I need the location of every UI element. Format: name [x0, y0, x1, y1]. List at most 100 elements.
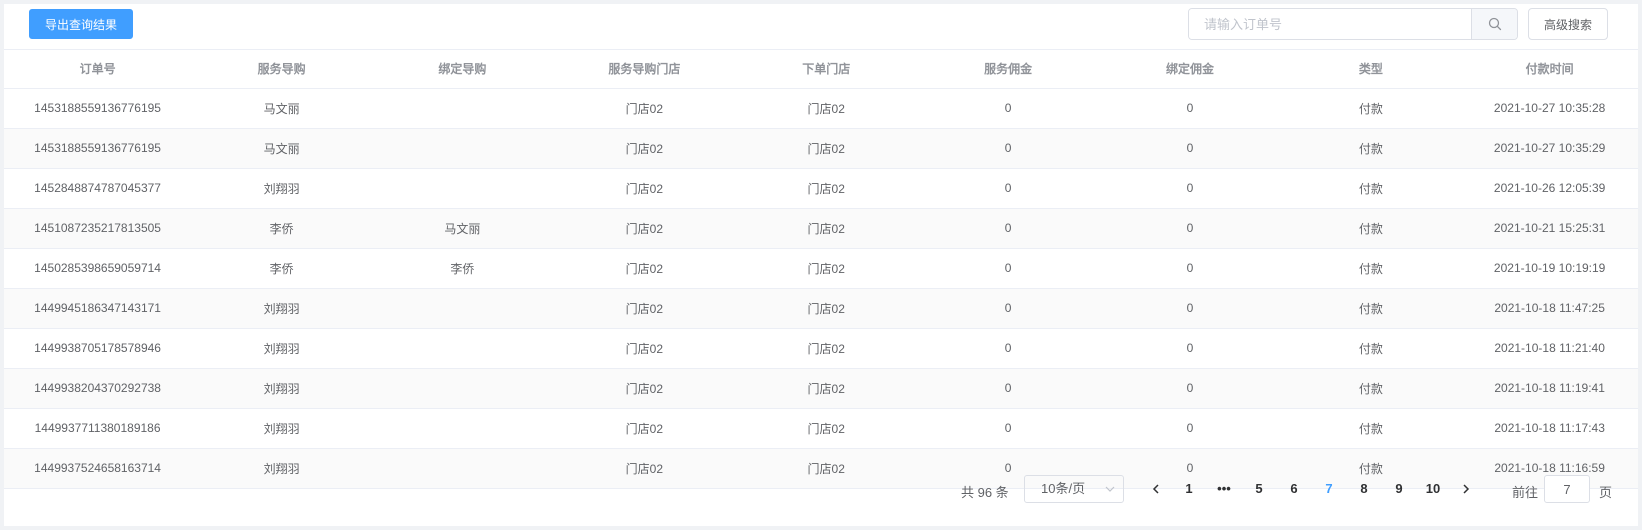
chevron-down-icon	[1105, 476, 1115, 511]
cell-order-store: 门店02	[735, 168, 917, 209]
header-payment-time[interactable]: 付款时间	[1461, 50, 1638, 89]
cell-service-commission: 0	[916, 288, 1100, 329]
cell-order-store: 门店02	[735, 248, 917, 289]
cell-bound-commission: 0	[1099, 408, 1281, 449]
cell-guide-store: 门店02	[552, 328, 736, 369]
cell-bound-commission: 0	[1099, 328, 1281, 369]
table-row[interactable]: 1449938204370292738 刘翔羽 门店02 门店02 0 0 付款…	[4, 368, 1638, 409]
cell-guide-store: 门店02	[552, 208, 736, 249]
page-size-select[interactable]: 10条/页	[1024, 475, 1124, 503]
cell-bound-guide	[372, 288, 553, 329]
cell-service-guide: 刘翔羽	[191, 408, 372, 449]
cell-bound-commission: 0	[1099, 288, 1281, 329]
table-row[interactable]: 1449945186347143171 刘翔羽 门店02 门店02 0 0 付款…	[4, 288, 1638, 329]
cell-type: 付款	[1280, 368, 1462, 409]
page-button-8[interactable]: 8	[1351, 475, 1377, 503]
cell-payment-time: 2021-10-27 10:35:28	[1461, 88, 1638, 129]
cell-service-commission: 0	[916, 88, 1100, 129]
cell-order-store: 门店02	[735, 208, 917, 249]
cell-type: 付款	[1280, 208, 1462, 249]
pagination: 共 96 条 10条/页 1 ••• 5 6 7 8 9 10 前往 页	[4, 472, 1638, 512]
cell-bound-guide	[372, 88, 553, 129]
header-service-commission[interactable]: 服务佣金	[916, 50, 1100, 89]
cell-order-number: 1449937711380189186	[4, 408, 192, 449]
header-order-store[interactable]: 下单门店	[735, 50, 917, 89]
cell-service-guide: 马文丽	[191, 128, 372, 169]
header-type[interactable]: 类型	[1280, 50, 1462, 89]
cell-payment-time: 2021-10-18 11:17:43	[1461, 408, 1638, 449]
cell-order-number: 1453188559136776195	[4, 88, 192, 129]
header-bound-commission[interactable]: 绑定佣金	[1099, 50, 1281, 89]
order-search-group	[1188, 8, 1518, 40]
cell-guide-store: 门店02	[552, 288, 736, 329]
toolbar: 导出查询结果 高级搜索	[4, 4, 1638, 50]
prev-page-button[interactable]	[1146, 475, 1166, 503]
cell-bound-guide	[372, 328, 553, 369]
cell-order-number: 1452848874787045377	[4, 168, 192, 209]
advanced-search-button[interactable]: 高级搜索	[1528, 8, 1608, 40]
header-bound-guide[interactable]: 绑定导购	[372, 50, 553, 89]
cell-bound-commission: 0	[1099, 368, 1281, 409]
page-button-6[interactable]: 6	[1281, 475, 1307, 503]
page-button-7-current[interactable]: 7	[1316, 475, 1342, 503]
chevron-left-icon	[1152, 484, 1159, 494]
pagination-total: 共 96 条	[961, 485, 1009, 500]
page-button-1[interactable]: 1	[1176, 475, 1202, 503]
cell-guide-store: 门店02	[552, 368, 736, 409]
table-row[interactable]: 1453188559136776195 马文丽 门店02 门店02 0 0 付款…	[4, 88, 1638, 129]
table-row[interactable]: 1450285398659059714 李侨 李侨 门店02 门店02 0 0 …	[4, 248, 1638, 289]
cell-bound-commission: 0	[1099, 88, 1281, 129]
cell-type: 付款	[1280, 248, 1462, 289]
page-button-10[interactable]: 10	[1420, 475, 1446, 503]
page-button-5[interactable]: 5	[1246, 475, 1272, 503]
table-row[interactable]: 1452848874787045377 刘翔羽 门店02 门店02 0 0 付款…	[4, 168, 1638, 209]
cell-guide-store: 门店02	[552, 408, 736, 449]
cell-bound-guide	[372, 128, 553, 169]
cell-type: 付款	[1280, 408, 1462, 449]
cell-service-commission: 0	[916, 168, 1100, 209]
orders-table: 订单号 服务导购 绑定导购 服务导购门店 下单门店 服务佣金 绑定佣金 类型 付…	[4, 50, 1638, 489]
page-button-9[interactable]: 9	[1386, 475, 1412, 503]
cell-service-guide: 刘翔羽	[191, 288, 372, 329]
header-order-number[interactable]: 订单号	[4, 50, 192, 89]
header-service-guide[interactable]: 服务导购	[191, 50, 372, 89]
cell-service-commission: 0	[916, 408, 1100, 449]
cell-order-number: 1449938204370292738	[4, 368, 192, 409]
header-guide-store[interactable]: 服务导购门店	[552, 50, 736, 89]
export-results-button[interactable]: 导出查询结果	[29, 9, 133, 39]
cell-bound-commission: 0	[1099, 208, 1281, 249]
cell-payment-time: 2021-10-18 11:47:25	[1461, 288, 1638, 329]
cell-payment-time: 2021-10-18 11:21:40	[1461, 328, 1638, 369]
cell-guide-store: 门店02	[552, 88, 736, 129]
table-row[interactable]: 1451087235217813505 李侨 马文丽 门店02 门店02 0 0…	[4, 208, 1638, 249]
cell-type: 付款	[1280, 328, 1462, 369]
cell-bound-guide	[372, 408, 553, 449]
table-row[interactable]: 1449937711380189186 刘翔羽 门店02 门店02 0 0 付款…	[4, 408, 1638, 449]
goto-page-input[interactable]	[1544, 475, 1590, 503]
page-ellipsis-more[interactable]: •••	[1211, 475, 1237, 503]
table-row[interactable]: 1453188559136776195 马文丽 门店02 门店02 0 0 付款…	[4, 128, 1638, 169]
cell-order-store: 门店02	[735, 288, 917, 329]
cell-bound-commission: 0	[1099, 248, 1281, 289]
cell-order-store: 门店02	[735, 328, 917, 369]
cell-service-guide: 李侨	[191, 208, 372, 249]
cell-type: 付款	[1280, 288, 1462, 329]
cell-service-guide: 李侨	[191, 248, 372, 289]
cell-service-commission: 0	[916, 248, 1100, 289]
cell-order-number: 1451087235217813505	[4, 208, 192, 249]
cell-order-number: 1449938705178578946	[4, 328, 192, 369]
cell-order-number: 1450285398659059714	[4, 248, 192, 289]
cell-bound-commission: 0	[1099, 128, 1281, 169]
cell-order-store: 门店02	[735, 368, 917, 409]
order-number-search-input[interactable]	[1189, 9, 1471, 39]
next-page-button[interactable]	[1456, 475, 1476, 503]
cell-service-commission: 0	[916, 368, 1100, 409]
search-button[interactable]	[1471, 9, 1517, 39]
cell-payment-time: 2021-10-27 10:35:29	[1461, 128, 1638, 169]
cell-payment-time: 2021-10-26 12:05:39	[1461, 168, 1638, 209]
cell-type: 付款	[1280, 128, 1462, 169]
cell-service-guide: 刘翔羽	[191, 168, 372, 209]
table-row[interactable]: 1449938705178578946 刘翔羽 门店02 门店02 0 0 付款…	[4, 328, 1638, 369]
cell-guide-store: 门店02	[552, 248, 736, 289]
cell-bound-guide: 李侨	[372, 248, 553, 289]
